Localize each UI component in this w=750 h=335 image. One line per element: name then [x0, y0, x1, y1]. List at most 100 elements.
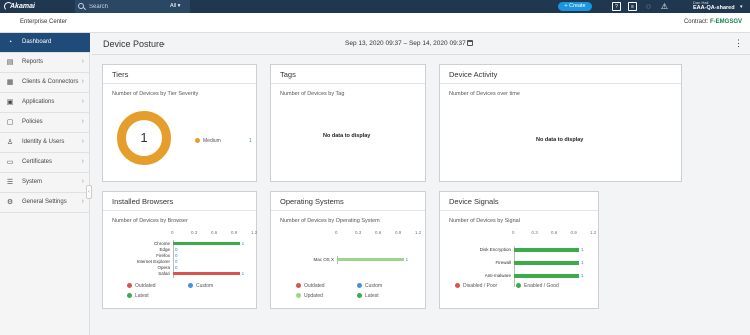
chevron-down-icon[interactable]: ▾	[740, 4, 743, 10]
alert-icon[interactable]: ⚠	[660, 2, 669, 11]
legend-enabled-label: Enabled / Good	[524, 283, 559, 289]
axis-tick-label: 0.3	[531, 230, 538, 235]
chevron-right-icon: ›	[81, 98, 84, 105]
empty-state: No data to display	[536, 137, 584, 143]
sidebar-item-system[interactable]: ☰ System ›	[0, 173, 90, 193]
bar-chrome[interactable]	[173, 242, 240, 245]
card-title: Installed Browsers	[112, 197, 174, 206]
bar-disk-encryption[interactable]	[514, 248, 579, 252]
category-label: Firefox	[156, 253, 170, 258]
date-range[interactable]: Sep 13, 2020 09:37 – Sep 14, 2020 09:37	[345, 40, 466, 47]
account-switcher[interactable]: EAA-QA-shared	[693, 5, 735, 11]
chevron-right-icon: ›	[81, 178, 84, 185]
calendar-icon[interactable]	[467, 40, 473, 46]
chevron-down-icon[interactable]: ⌄	[161, 40, 166, 47]
legend-disabled-dot	[455, 283, 460, 288]
axis-tick-label: 0.3	[191, 230, 198, 235]
card-subtitle: Number of Devices by Operating System	[280, 218, 380, 224]
axis-tick-label: 0.6	[375, 230, 382, 235]
legend-outdated-dot	[296, 283, 301, 288]
search-input[interactable]	[89, 2, 149, 11]
bar-value-label: 1	[581, 273, 584, 278]
gear-icon: ⚙	[6, 199, 14, 206]
gauge-icon: ◔	[7, 39, 13, 46]
sidebar-item-label: System	[22, 179, 43, 185]
card-title: Device Signals	[449, 197, 499, 206]
axis-tick-label: 0	[512, 230, 515, 235]
policy-icon: ▢	[6, 119, 14, 126]
sidebar-item-policies[interactable]: ▢ Policies ›	[0, 113, 90, 133]
axis-tick-label: 0	[335, 230, 338, 235]
chevron-right-icon: ›	[81, 198, 84, 205]
contract-value[interactable]: F-EMGSGV	[710, 19, 742, 25]
bar-value-label: 0	[175, 253, 178, 258]
bar-safari[interactable]	[173, 272, 240, 275]
divider	[440, 83, 681, 84]
legend-custom-label: Custom	[196, 283, 214, 289]
y-axis-line	[514, 246, 515, 287]
axis-tick-label: 0.6	[551, 230, 558, 235]
bar-mac-os-x[interactable]	[337, 258, 404, 261]
axis-tick-label: 0.3	[355, 230, 362, 235]
axis-tick-label: 0.9	[395, 230, 402, 235]
card-subtitle: Number of Devices by Tag	[280, 91, 345, 97]
chevron-right-icon: ›	[81, 58, 84, 65]
axis-tick-label: 0.9	[231, 230, 238, 235]
users-icon: ♙	[6, 139, 14, 146]
more-options-icon[interactable]: ⋮	[734, 39, 743, 48]
page-title-dropdown[interactable]: Device Posture	[103, 39, 164, 49]
sidebar-item-applications[interactable]: ▣ Applications ›	[0, 93, 90, 113]
legend-latest-label: Latest	[135, 293, 149, 299]
sidebar-item-label: General Settings	[22, 199, 67, 205]
sidebar-item-reports[interactable]: ▤ Reports ›	[0, 53, 90, 73]
sidebar-item-label: Certificates	[22, 159, 53, 165]
axis-tick-label: 1.2	[590, 230, 597, 235]
bar-firewall[interactable]	[514, 261, 579, 265]
contract-info: Contract: F-EMGSGV	[684, 19, 742, 25]
search-icon	[78, 3, 84, 9]
category-label: Internet Explorer	[136, 259, 170, 264]
sidebar-item-dashboard[interactable]: ◔ Dashboard	[0, 33, 90, 53]
sliders-icon: ☰	[6, 179, 14, 186]
bar-anti-malware[interactable]	[514, 274, 579, 278]
help-icon[interactable]: ?	[612, 2, 621, 11]
sidebar-item-label: Reports	[22, 59, 44, 65]
bar-value-label: 1	[241, 241, 245, 246]
sidebar: ◔ Dashboard ▤ Reports › ▦ Clients & Conn…	[0, 33, 90, 335]
divider	[271, 83, 425, 84]
bar-value-label: 1	[241, 271, 245, 276]
main-content: Device Posture ⌄ Sep 13, 2020 09:37 – Se…	[92, 34, 750, 335]
sidebar-item-general-settings[interactable]: ⚙ General Settings ›	[0, 193, 90, 213]
sidebar-item-label: Identity & Users	[22, 139, 65, 145]
divider	[103, 83, 256, 84]
certificate-icon: ▭	[6, 159, 14, 166]
chat-icon[interactable]: ◌	[644, 2, 653, 11]
category-label: Safari	[158, 271, 170, 276]
create-button[interactable]: + Create	[558, 2, 592, 11]
category-label: Opera	[157, 265, 170, 270]
sidebar-item-identity-users[interactable]: ♙ Identity & Users ›	[0, 133, 90, 153]
card-title: Tags	[280, 70, 296, 79]
legend-custom-dot	[357, 283, 362, 288]
document-icon[interactable]: ≡	[628, 2, 637, 11]
tier-donut-chart[interactable]: 1	[117, 111, 171, 165]
search-scope-label: All	[170, 3, 177, 9]
sidebar-item-label: Clients & Connectors	[22, 79, 79, 85]
chevron-right-icon: ›	[81, 78, 84, 85]
bar-value-label: 1	[405, 257, 409, 262]
legend-outdated-label: Outdated	[135, 283, 156, 289]
sidebar-item-certificates[interactable]: ▭ Certificates ›	[0, 153, 90, 173]
tags-card: Tags Number of Devices by Tag No data to…	[270, 64, 426, 182]
search-scope-dropdown[interactable]: All ▾	[170, 3, 180, 9]
app-name: Enterprise Center	[20, 19, 68, 25]
axis-tick-label: 1.2	[251, 230, 258, 235]
card-subtitle: Number of Devices by Browser	[112, 218, 188, 224]
category-label: Disk Encryption	[479, 247, 511, 252]
divider	[103, 210, 256, 211]
top-bar: Akamai All ▾ + Create ? ≡ ◌ ⚠ Dan Hall E…	[0, 0, 750, 13]
legend-medium-label: Medium	[203, 138, 221, 144]
sidebar-item-clients-connectors[interactable]: ▦ Clients & Connectors ›	[0, 73, 90, 93]
installed-browsers-card: Installed Browsers Number of Devices by …	[102, 191, 257, 309]
create-button-label: Create	[569, 3, 586, 9]
legend-latest-dot	[127, 293, 132, 298]
